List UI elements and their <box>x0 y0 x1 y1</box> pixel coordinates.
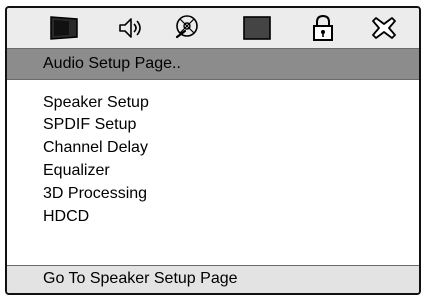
speaker-icon <box>119 18 141 38</box>
setup-tab-bar <box>7 8 419 48</box>
page-title: Audio Setup Page.. <box>43 55 181 72</box>
menu-item-spdif-setup[interactable]: SPDIF Setup <box>43 115 136 135</box>
tab-general-setup[interactable] <box>47 13 81 43</box>
page-title-bar: Audio Setup Page.. <box>7 48 419 80</box>
status-bar: Go To Speaker Setup Page <box>7 265 419 293</box>
menu-item-channel-delay[interactable]: Channel Delay <box>43 138 148 158</box>
menu-item-3d-processing[interactable]: 3D Processing <box>43 184 147 204</box>
padlock-icon <box>313 14 333 41</box>
menu-item-hdcd[interactable]: HDCD <box>43 207 89 227</box>
audio-setup-menu: Speaker Setup SPDIF Setup Channel Delay … <box>7 80 419 267</box>
tab-video-setup[interactable] <box>171 13 205 43</box>
menu-item-speaker-setup[interactable]: Speaker Setup <box>43 93 149 113</box>
status-text: Go To Speaker Setup Page <box>43 270 238 287</box>
menu-item-equalizer[interactable]: Equalizer <box>43 161 110 181</box>
tv-screen-icon <box>50 16 78 40</box>
audio-setup-osd: Audio Setup Page.. Speaker Setup SPDIF S… <box>5 6 421 295</box>
tab-preference-setup[interactable] <box>240 13 274 43</box>
square-icon <box>243 16 271 40</box>
tab-password-setup[interactable] <box>306 13 340 43</box>
tab-exit-setup[interactable] <box>367 13 401 43</box>
cross-icon <box>372 17 396 39</box>
tab-audio-setup[interactable] <box>113 13 147 43</box>
disc-icon <box>175 15 198 39</box>
